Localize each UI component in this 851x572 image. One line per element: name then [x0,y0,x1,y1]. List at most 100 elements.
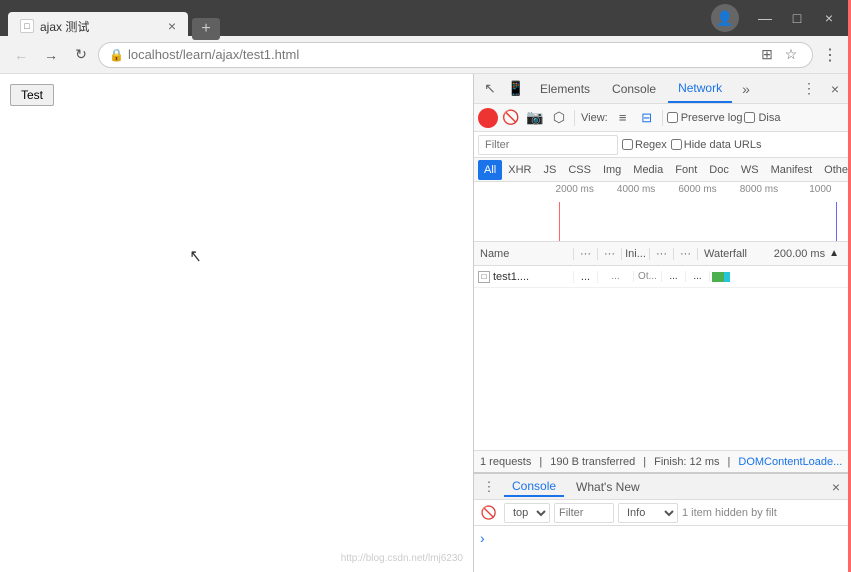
page-content: Test ↖ http://blog.csdn.net/lmj6230 [0,74,473,572]
console-clear-icon[interactable]: 🚫 [478,502,500,524]
devtools-header: ↖ 📱 Elements Console Network » ⋮ × [474,74,851,104]
type-filter-css[interactable]: CSS [562,160,597,180]
filter-input[interactable] [478,135,618,155]
th-waterfall-label: Waterfall [704,248,747,260]
devtools-device-icon[interactable]: 📱 [504,77,528,101]
reload-button[interactable]: ↻ [68,42,94,68]
devtools-more-icon[interactable]: » [734,77,758,101]
type-filter-xhr[interactable]: XHR [502,160,537,180]
td-name: □ test1.... [474,271,574,283]
th-name[interactable]: Name [474,248,574,260]
network-status-bar: 1 requests | 190 B transferred | Finish:… [474,450,851,472]
url-path: /learn/ajax/test1.html [179,47,299,62]
type-filter-ws[interactable]: WS [735,160,765,180]
table-row[interactable]: □ test1.... ... ... Ot... ... ... [474,266,851,288]
timeline-marker-1 [559,202,560,242]
chrome-menu-button[interactable]: ⋮ [817,42,843,68]
devtools-tab-console[interactable]: Console [602,74,666,103]
th-dots4[interactable]: ··· [674,248,698,260]
devtools-tab-network[interactable]: Network [668,74,732,103]
devtools-inspect-icon[interactable]: ↖ [478,77,502,101]
clear-button[interactable]: 🚫 [500,107,522,129]
status-separator-1: | [539,456,542,468]
browser-tab[interactable]: □ ajax 测试 × [8,12,188,40]
timeline-label-5: 1000 [790,184,851,195]
td-dots3: ... [686,271,710,282]
tab-title: ajax 测试 [40,18,89,35]
view-icons: ≡ ⊟ [612,107,658,129]
toolbar-separator-2 [662,110,663,126]
td-initiator: Ot... [634,271,662,282]
main-area: Test ↖ http://blog.csdn.net/lmj6230 ↖ 📱 … [0,74,851,572]
th-waterfall-time: 200.00 ms ▲ [774,248,839,260]
console-toolbar: 🚫 top Info 1 item hidden by filt [474,500,851,526]
console-tab-whatsnew[interactable]: What's New [568,478,648,496]
td-dots1: ... [574,271,598,283]
test-button[interactable]: Test [10,84,54,106]
devtools-tab-elements[interactable]: Elements [530,74,600,103]
devtools-settings-icon[interactable]: ⋮ [797,77,821,101]
filter-row: Regex Hide data URLs [474,132,851,158]
disable-cache-checkbox[interactable]: Disa [744,112,780,124]
type-filter-media[interactable]: Media [627,160,669,180]
url-display: localhost/learn/ajax/test1.html [128,47,299,62]
back-button[interactable]: ← [8,42,34,68]
forward-button[interactable]: → [38,42,64,68]
view-waterfall-icon[interactable]: ⊟ [636,107,658,129]
devtools-close-icon[interactable]: × [823,77,847,101]
console-menu-icon[interactable]: ⋮ [478,476,500,498]
profile-button[interactable]: 👤 [711,4,739,32]
status-separator-3: | [728,456,731,468]
status-requests: 1 requests [480,456,531,468]
td-status: ... [598,271,634,282]
translate-icon[interactable]: ⊞ [756,44,778,66]
url-bar[interactable]: 🔒 localhost/learn/ajax/test1.html ⊞ ☆ [98,42,813,68]
console-close-button[interactable]: × [825,476,847,498]
timeline-area: 2000 ms 4000 ms 6000 ms 8000 ms 1000 [474,182,851,242]
status-dom-content[interactable]: DOMContentLoade... [738,456,842,468]
th-dots2[interactable]: ··· [598,248,622,260]
network-toolbar: 🚫 📷 ⬡ View: ≡ ⊟ Preserve log Disa [474,104,851,132]
new-tab-button[interactable]: + [192,18,220,40]
table-header: Name ··· ··· Ini... ··· ··· Waterfall 20… [474,242,851,266]
type-filter-font[interactable]: Font [669,160,703,180]
th-dots3[interactable]: ··· [650,248,674,260]
table-body[interactable]: □ test1.... ... ... Ot... ... ... [474,266,851,450]
type-filter-other[interactable]: Other [818,160,851,180]
preserve-log-checkbox[interactable]: Preserve log [667,112,743,124]
regex-checkbox[interactable]: Regex [622,139,667,151]
page-footer-text: http://blog.csdn.net/lmj6230 [341,553,463,564]
timeline-label-3: 6000 ms [667,184,728,195]
console-header: ⋮ Console What's New × [474,474,851,500]
maximize-button[interactable]: □ [783,7,811,29]
type-filter-doc[interactable]: Doc [703,160,735,180]
bookmark-icon[interactable]: ☆ [780,44,802,66]
filter-toggle-button[interactable]: ⬡ [548,107,570,129]
timeline-label-2: 4000 ms [605,184,666,195]
console-filter-input[interactable] [554,503,614,523]
screenshot-button[interactable]: 📷 [524,107,546,129]
console-hidden-text: 1 item hidden by filt [682,507,777,519]
toolbar-separator-1 [574,110,575,126]
record-button[interactable] [478,108,498,128]
view-list-icon[interactable]: ≡ [612,107,634,129]
th-waterfall[interactable]: Waterfall 200.00 ms ▲ [698,248,845,260]
close-button[interactable]: × [815,7,843,29]
url-lock-icon: 🔒 [109,48,124,62]
type-filter-img[interactable]: Img [597,160,627,180]
type-filter-all[interactable]: All [478,160,502,180]
window-controls: 👤 — □ × [711,4,843,32]
type-filter-manifest[interactable]: Manifest [765,160,819,180]
console-level-select[interactable]: Info [618,503,678,523]
th-initiator[interactable]: Ini... [622,248,650,260]
type-filter-js[interactable]: JS [537,160,562,180]
url-actions: ⊞ ☆ [756,44,802,66]
console-context-select[interactable]: top [504,503,550,523]
minimize-button[interactable]: — [751,7,779,29]
hide-data-urls-checkbox[interactable]: Hide data URLs [671,139,762,151]
tab-close-button[interactable]: × [168,19,176,33]
sort-arrow: ▲ [829,248,839,259]
console-tab-console[interactable]: Console [504,477,564,497]
td-name-text: test1.... [493,271,529,283]
th-dots1[interactable]: ··· [574,248,598,260]
